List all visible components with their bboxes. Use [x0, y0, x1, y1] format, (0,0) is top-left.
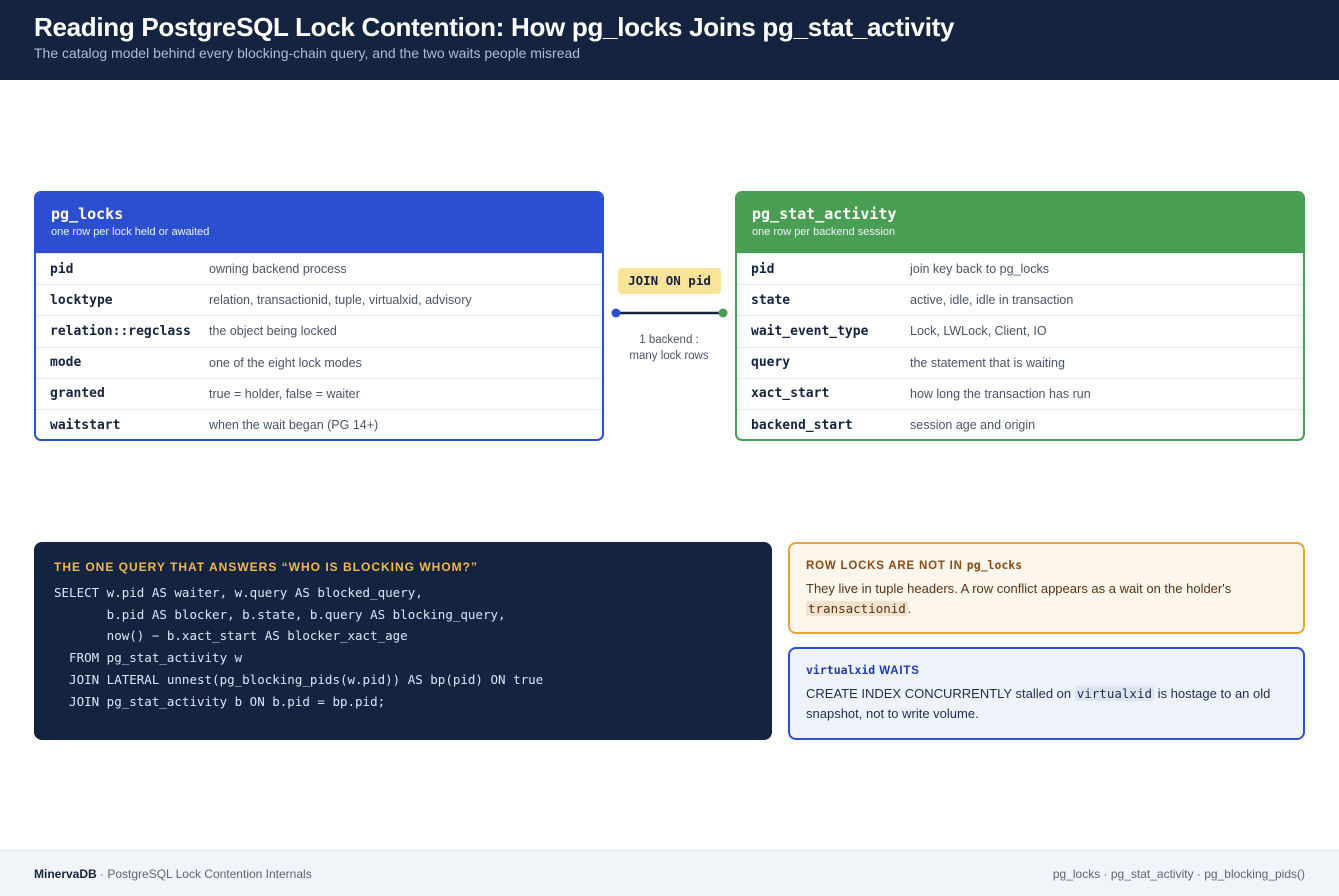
- page-subtitle: The catalog model behind every blocking-…: [34, 45, 581, 61]
- pg-locks-title: pg_locks: [51, 205, 124, 223]
- field-description: Lock, LWLock, Client, IO: [910, 324, 1047, 339]
- field-description: owning backend process: [209, 262, 347, 277]
- blocking-query-panel: THE ONE QUERY THAT ANSWERS “WHO IS BLOCK…: [34, 542, 772, 740]
- field-name: pid: [50, 261, 74, 277]
- field-description: true = holder, false = waiter: [209, 386, 360, 401]
- pg-locks-header: pg_locks one row per lock held or awaite…: [36, 193, 602, 253]
- pg-locks-table: pg_locks one row per lock held or awaite…: [34, 191, 604, 441]
- field-name: relation::regclass: [50, 323, 191, 339]
- field-name: xact_start: [751, 386, 830, 402]
- footer-brand: MinervaDB: [34, 866, 97, 881]
- pg-stat-activity-title: pg_stat_activity: [752, 205, 897, 223]
- field-name: wait_event_type: [751, 323, 869, 339]
- field-name: query: [751, 355, 791, 371]
- pg-stat-activity-header: pg_stat_activity one row per backend ses…: [737, 193, 1303, 253]
- field-row: pid join key back to pg_locks: [737, 253, 1303, 284]
- footer-left-text: · PostgreSQL Lock Contention Internals: [96, 866, 312, 881]
- field-name: locktype: [50, 292, 113, 308]
- virtualxid-callout: virtualxid WAITS CREATE INDEX CONCURRENT…: [788, 647, 1305, 740]
- cardinality-line-2: many lock rows: [629, 350, 709, 362]
- virtualxid-callout-title: virtualxid WAITS: [806, 663, 1287, 677]
- field-description: relation, transactionid, tuple, virtualx…: [209, 293, 472, 308]
- field-description: how long the transaction has run: [910, 386, 1091, 401]
- row-locks-body-text: They live in tuple headers. A row confli…: [806, 581, 1232, 596]
- row-locks-callout: ROW LOCKS ARE NOT IN pg_locks They live …: [788, 542, 1305, 634]
- field-name: state: [751, 292, 791, 308]
- field-row: xact_start how long the transaction has …: [737, 377, 1303, 409]
- blocking-query-code[interactable]: SELECT w.pid AS waiter, w.query AS block…: [54, 582, 752, 712]
- row-locks-callout-body: They live in tuple headers. A row confli…: [806, 579, 1287, 619]
- virtualxid-title-text: WAITS: [875, 665, 920, 677]
- row-locks-body-end: .: [907, 601, 912, 616]
- pg-locks-description: one row per lock held or awaited: [51, 226, 210, 238]
- cardinality-note: 1 backend : many lock rows: [610, 332, 728, 364]
- field-name: mode: [50, 355, 82, 371]
- field-row: pid owning backend process: [36, 253, 602, 284]
- field-description: one of the eight lock modes: [209, 355, 362, 370]
- field-row: state active, idle, idle in transaction: [737, 284, 1303, 315]
- field-description: when the wait began (PG 14+): [209, 418, 379, 433]
- field-row: wait_event_type Lock, LWLock, Client, IO: [737, 315, 1303, 346]
- row-locks-title-text: ROW LOCKS ARE NOT IN: [806, 560, 967, 572]
- join-label: JOIN ON pid: [618, 268, 721, 294]
- field-name: pid: [751, 261, 775, 277]
- field-row: relation::regclass the object being lock…: [36, 315, 602, 346]
- field-description: the statement that is waiting: [910, 355, 1065, 370]
- field-description: session age and origin: [910, 418, 1036, 433]
- field-name: waitstart: [50, 417, 121, 433]
- page-title: Reading PostgreSQL Lock Contention: How …: [34, 12, 955, 42]
- cardinality-line-1: 1 backend :: [639, 334, 699, 346]
- virtualxid-callout-body: CREATE INDEX CONCURRENTLY stalled on vir…: [806, 684, 1287, 724]
- row-locks-body-code: transactionid: [806, 601, 908, 616]
- page-header: Reading PostgreSQL Lock Contention: How …: [0, 0, 1339, 80]
- page-footer: MinervaDB · PostgreSQL Lock Contention I…: [0, 850, 1339, 896]
- join-endpoint-activity: [718, 308, 728, 318]
- pg-stat-activity-table: pg_stat_activity one row per backend ses…: [735, 191, 1305, 441]
- field-description: active, idle, idle in transaction: [910, 293, 1074, 308]
- virtualxid-body-code: virtualxid: [1074, 686, 1154, 701]
- field-row: backend_start session age and origin: [737, 408, 1303, 439]
- field-row: locktype relation, transactionid, tuple,…: [36, 284, 602, 315]
- join-connector: [611, 308, 728, 318]
- footer-left: MinervaDB · PostgreSQL Lock Contention I…: [34, 867, 312, 881]
- field-description: the object being locked: [209, 324, 337, 339]
- field-row: waitstart when the wait began (PG 14+): [36, 408, 602, 439]
- row-locks-callout-title: ROW LOCKS ARE NOT IN pg_locks: [806, 558, 1287, 572]
- field-row: query the statement that is waiting: [737, 346, 1303, 378]
- field-name: backend_start: [751, 417, 853, 433]
- pg-stat-activity-description: one row per backend session: [752, 226, 896, 238]
- footer-right: pg_locks · pg_stat_activity · pg_blockin…: [1052, 866, 1305, 881]
- field-row: mode one of the eight lock modes: [36, 346, 602, 378]
- join-endpoint-locks: [611, 308, 621, 318]
- field-row: granted true = holder, false = waiter: [36, 377, 602, 409]
- field-name: granted: [50, 386, 105, 402]
- virtualxid-body-text: CREATE INDEX CONCURRENTLY stalled on: [806, 686, 1075, 701]
- blocking-query-title: THE ONE QUERY THAT ANSWERS “WHO IS BLOCK…: [54, 560, 478, 574]
- row-locks-title-code: pg_locks: [966, 558, 1023, 572]
- virtualxid-title-code: virtualxid: [806, 663, 876, 677]
- field-description: join key back to pg_locks: [910, 262, 1049, 277]
